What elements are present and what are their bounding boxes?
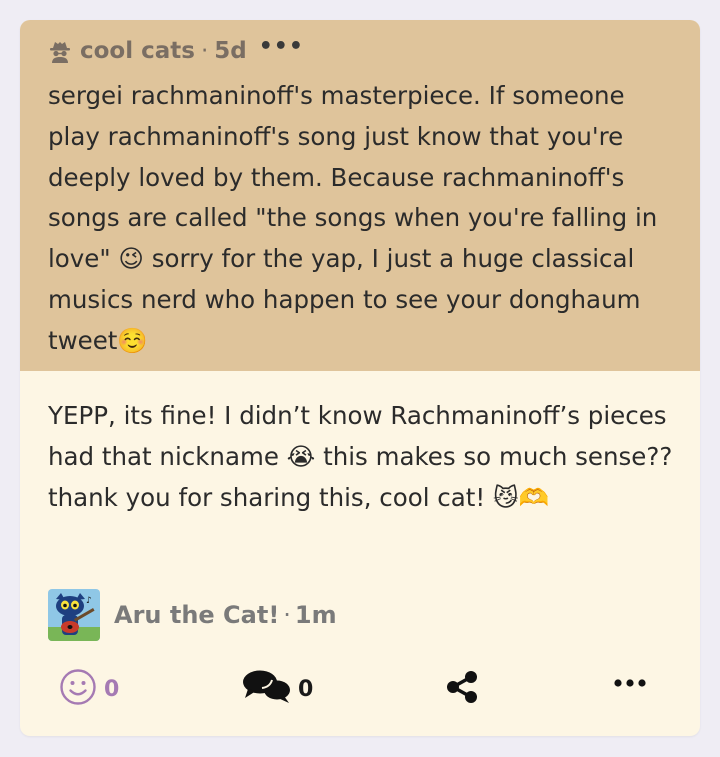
react-button[interactable]: 0 xyxy=(58,667,119,711)
separator-dot: · xyxy=(200,38,209,64)
avatar[interactable]: ♪ xyxy=(48,589,100,641)
answer-text: YEPP, its fine! I didn’t know Rachmanino… xyxy=(48,401,673,512)
cat-guitar-avatar-icon: ♪ xyxy=(48,589,100,641)
answer-block: YEPP, its fine! I didn’t know Rachmanino… xyxy=(20,371,700,736)
more-button[interactable] xyxy=(612,673,648,697)
ngl-card: cool cats · 5d ••• sergei rachmaninoff's… xyxy=(20,20,700,736)
share-button[interactable] xyxy=(444,669,480,709)
question-header: cool cats · 5d ••• xyxy=(48,36,304,66)
comment-count: 0 xyxy=(298,676,314,702)
comments-icon xyxy=(242,669,292,709)
separator-dot: · xyxy=(283,601,291,629)
answer-age: 1m xyxy=(294,601,337,629)
author-name[interactable]: Aru the Cat! xyxy=(114,601,279,629)
question-age: 5d xyxy=(214,38,247,64)
sender-name: cool cats xyxy=(80,38,195,64)
more-icon xyxy=(612,673,648,697)
share-icon xyxy=(444,669,480,709)
spy-icon xyxy=(48,39,72,63)
question-more-button[interactable]: ••• xyxy=(259,36,304,58)
question-block: cool cats · 5d ••• sergei rachmaninoff's… xyxy=(20,20,700,371)
react-count: 0 xyxy=(104,676,120,702)
question-text: sergei rachmaninoff's masterpiece. If so… xyxy=(48,81,658,355)
author-row[interactable]: ♪ Aru the Cat! · 1m xyxy=(48,589,337,641)
svg-text:♪: ♪ xyxy=(86,596,92,606)
smile-icon xyxy=(58,667,98,711)
comment-button[interactable]: 0 xyxy=(242,669,313,709)
action-bar: 0 0 xyxy=(20,667,700,707)
